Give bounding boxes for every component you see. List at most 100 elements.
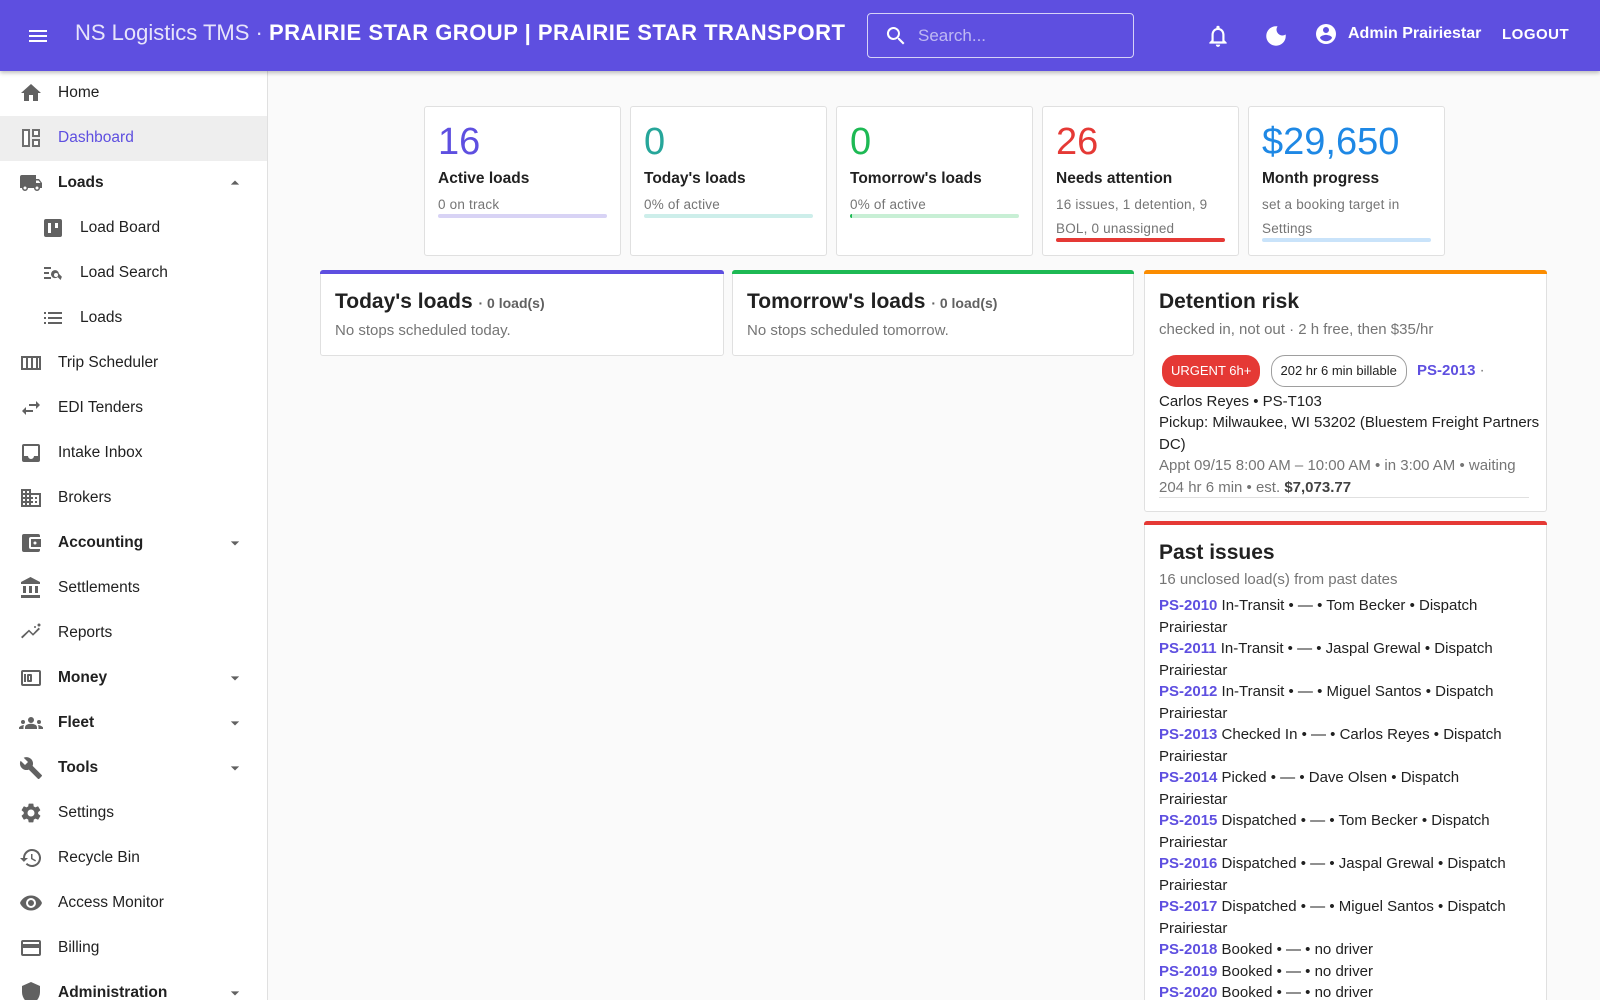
stat-title: Month progress — [1262, 170, 1380, 187]
sidebar-item-money[interactable]: Money — [0, 656, 267, 701]
panel-title: Today's loads · 0 load(s) — [335, 290, 545, 314]
stat-card-needs-attention[interactable]: 26 Needs attention 16 issues, 1 detentio… — [1042, 106, 1239, 256]
app-header: NS Logistics TMS · PRAIRIE STAR GROUP | … — [0, 0, 1600, 71]
sidebar-item-fleet[interactable]: Fleet — [0, 701, 267, 746]
sidebar-item-load-search[interactable]: Load Search — [0, 251, 267, 296]
sidebar-item-label: Billing — [58, 939, 100, 956]
detention-chip-row: URGENT 6h+ 202 hr 6 min billable PS-2013… — [1162, 355, 1541, 387]
sidebar: Home Dashboard Loads Load Board Load Sea… — [0, 71, 268, 1000]
app-title: NS Logistics TMS · PRAIRIE STAR GROUP | … — [75, 20, 845, 46]
sidebar-item-edi-tenders[interactable]: EDI Tenders — [0, 386, 267, 431]
load-link[interactable]: PS-2013 — [1417, 362, 1475, 379]
load-link[interactable]: PS-2018 — [1159, 941, 1217, 958]
detention-entry: URGENT 6h+ 202 hr 6 min billable PS-2013… — [1159, 355, 1541, 498]
load-link[interactable]: PS-2010 — [1159, 597, 1217, 614]
sidebar-item-loads[interactable]: Loads — [0, 161, 267, 206]
sidebar-item-label: Load Search — [80, 264, 168, 281]
divider — [1159, 497, 1529, 498]
stat-card-tomorrows-loads[interactable]: 0 Tomorrow's loads 0% of active — [836, 106, 1033, 256]
stat-value: 0 — [850, 121, 872, 163]
menu-icon[interactable] — [26, 24, 50, 48]
account-icon — [1316, 24, 1336, 44]
list-item: PS-2016 Dispatched • — • Jaspal Grewal •… — [1159, 853, 1519, 896]
separator-dot: · — [1475, 361, 1485, 379]
sidebar-item-label: Fleet — [58, 714, 95, 731]
load-link[interactable]: PS-2014 — [1159, 769, 1217, 786]
panel-title-text: Today's loads — [335, 290, 473, 313]
sidebar-item-label: Load Board — [80, 219, 161, 236]
stat-title: Tomorrow's loads — [850, 170, 982, 187]
driver-truck-text: Carlos Reyes • PS-T103 — [1159, 392, 1322, 410]
load-link[interactable]: PS-2013 — [1159, 726, 1217, 743]
home-icon — [21, 84, 41, 101]
logout-button[interactable]: LOGOUT — [1502, 26, 1569, 43]
sidebar-item-label: Settings — [58, 804, 115, 821]
sidebar-item-load-board[interactable]: Load Board — [0, 206, 267, 251]
estimated-amount: $7,073.77 — [1284, 478, 1352, 496]
wrench-icon — [19, 757, 42, 779]
past-issues-panel: Past issues 16 unclosed load(s) from pas… — [1144, 521, 1547, 1000]
sidebar-item-tools[interactable]: Tools — [0, 746, 267, 791]
chevron-down-icon — [230, 991, 240, 996]
sidebar-item-intake-inbox[interactable]: Intake Inbox — [0, 431, 267, 476]
load-link[interactable]: PS-2012 — [1159, 683, 1217, 700]
stat-card-todays-loads[interactable]: 0 Today's loads 0% of active — [630, 106, 827, 256]
issue-text: Booked • — • no driver — [1217, 984, 1373, 1000]
issue-text: Booked • — • no driver — [1217, 962, 1373, 980]
sidebar-item-administration[interactable]: Administration — [0, 971, 267, 1000]
wallet-icon — [22, 534, 41, 552]
panel-title: Past issues — [1159, 541, 1275, 564]
user-name: Admin Prairiestar — [1348, 25, 1482, 42]
issue-text: Booked • — • no driver — [1217, 941, 1373, 958]
load-link[interactable]: PS-2016 — [1159, 855, 1217, 872]
history-icon — [20, 848, 42, 867]
board-icon — [44, 219, 62, 237]
sidebar-item-settings[interactable]: Settings — [0, 791, 267, 836]
sidebar-item-label: Loads — [58, 174, 104, 191]
sidebar-item-dashboard[interactable]: Dashboard — [0, 116, 267, 161]
sidebar-item-home[interactable]: Home — [0, 71, 267, 116]
sidebar-item-accounting[interactable]: Accounting — [0, 521, 267, 566]
sidebar-item-brokers[interactable]: Brokers — [0, 476, 267, 521]
chart-icon — [21, 623, 41, 639]
stat-subtitle: 16 issues, 1 detention, 9 BOL, 0 unassig… — [1056, 197, 1208, 236]
list-item: PS-2017 Dispatched • — • Miguel Santos •… — [1159, 896, 1519, 939]
sidebar-item-trip-scheduler[interactable]: Trip Scheduler — [0, 341, 267, 386]
gear-icon — [21, 803, 41, 823]
eye-icon — [20, 895, 42, 911]
search-box[interactable] — [867, 13, 1134, 58]
list-item: PS-2011 In-Transit • — • Jaspal Grewal •… — [1159, 638, 1519, 681]
panel-title: Tomorrow's loads · 0 load(s) — [747, 290, 997, 314]
sidebar-item-loads-list[interactable]: Loads — [0, 296, 267, 341]
sidebar-item-label: Access Monitor — [58, 894, 164, 911]
load-link[interactable]: PS-2017 — [1159, 898, 1217, 915]
sidebar-item-access-monitor[interactable]: Access Monitor — [0, 881, 267, 926]
load-link[interactable]: PS-2019 — [1159, 963, 1217, 980]
load-link[interactable]: PS-2020 — [1159, 984, 1217, 1000]
sidebar-item-settlements[interactable]: Settlements — [0, 566, 267, 611]
stat-progress-bar — [438, 214, 607, 218]
title-separator: · — [249, 20, 269, 45]
stat-title: Needs attention — [1056, 170, 1173, 187]
load-link[interactable]: PS-2015 — [1159, 812, 1217, 829]
bell-icon[interactable] — [1205, 23, 1231, 49]
pickup-text: Pickup: Milwaukee, WI 53202 (Bluestem Fr… — [1159, 414, 1540, 453]
sidebar-item-recycle-bin[interactable]: Recycle Bin — [0, 836, 267, 881]
dark-mode-icon[interactable] — [1263, 23, 1289, 49]
stat-card-month-progress[interactable]: $29,650 Month progress set a booking tar… — [1248, 106, 1445, 256]
stat-progress-fill — [1056, 238, 1225, 242]
panel-title: Detention risk — [1159, 290, 1300, 313]
search-input[interactable] — [918, 25, 1118, 46]
sidebar-item-label: Money — [58, 669, 108, 686]
stat-progress-bar — [644, 214, 813, 218]
sidebar-item-label: Loads — [80, 309, 123, 326]
sidebar-item-billing[interactable]: Billing — [0, 926, 267, 971]
sidebar-item-label: Dashboard — [58, 129, 134, 146]
sidebar-item-label: Reports — [58, 624, 113, 641]
sidebar-item-reports[interactable]: Reports — [0, 611, 267, 656]
user-menu[interactable]: Admin Prairiestar — [1314, 22, 1481, 46]
stat-card-active-loads[interactable]: 16 Active loads 0 on track — [424, 106, 621, 256]
load-link[interactable]: PS-2011 — [1159, 640, 1217, 657]
chevron-up-icon — [230, 180, 240, 185]
org-name: PRAIRIE STAR GROUP | PRAIRIE STAR TRANSP… — [268, 20, 846, 45]
